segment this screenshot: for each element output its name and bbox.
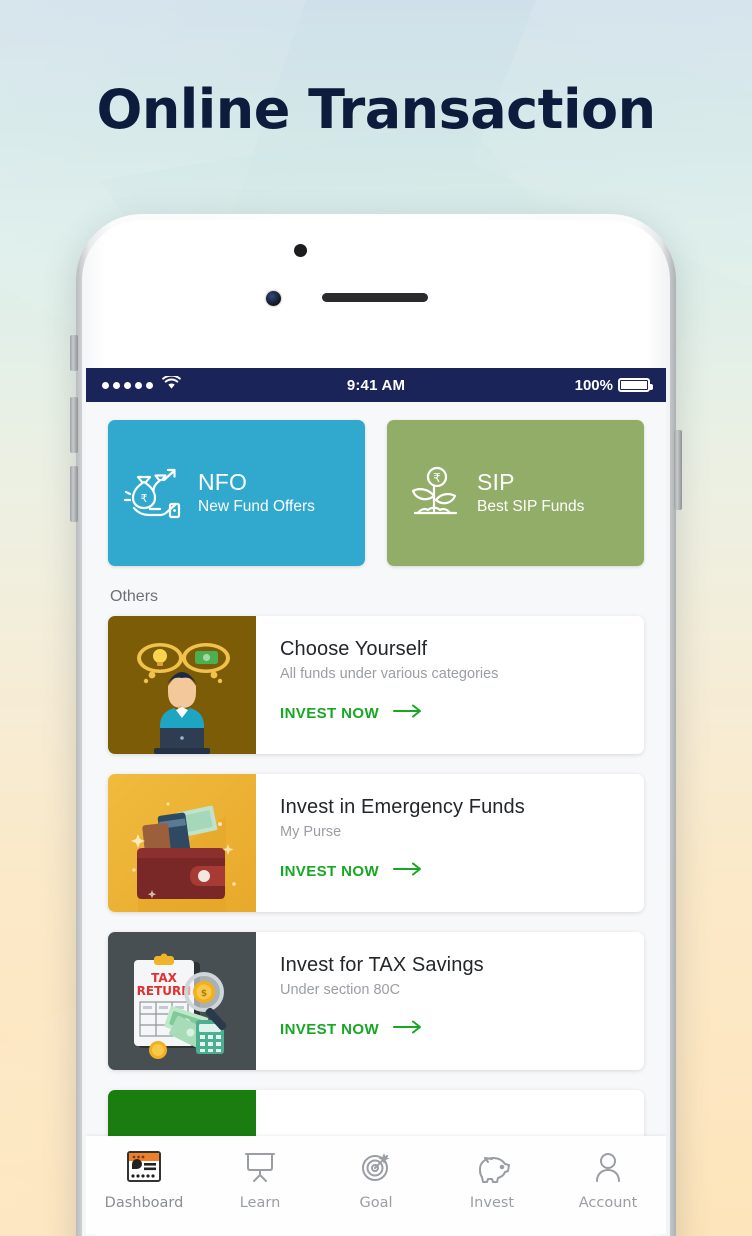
invest-now-label: INVEST NOW (280, 705, 380, 722)
person-icon (593, 1150, 623, 1188)
hero-card-nfo-title: NFO (198, 469, 248, 496)
tab-account[interactable]: Account (550, 1150, 666, 1211)
tab-invest-label: Invest (469, 1195, 515, 1211)
tab-goal-label: Goal (359, 1195, 393, 1211)
battery-full-icon (618, 378, 653, 392)
volume-up-button[interactable] (70, 397, 78, 453)
invest-now-button[interactable]: INVEST NOW (280, 862, 644, 881)
hero-card-sip-title: SIP (477, 469, 515, 496)
hero-card-sip-subtitle: Best SIP Funds (477, 498, 585, 516)
list-item-subtitle: My Purse (280, 824, 342, 840)
page-title: Online Transaction (96, 78, 656, 141)
list-item[interactable]: TAX RETURN $ Invest for TAX Savings Unde… (108, 932, 644, 1070)
arrow-right-icon (393, 1020, 423, 1039)
arrow-right-icon (393, 862, 423, 881)
hero-card-nfo[interactable]: ₹ NFO New Fund Offers (108, 420, 365, 566)
phone-screen: 9:41 AM 100% ₹ NFO New Fund Offers ₹ SIP… (86, 368, 666, 1234)
tab-learn-label: Learn (239, 1195, 281, 1211)
svg-text:₹: ₹ (433, 471, 441, 485)
tax-thumb-line1: TAX (151, 971, 178, 985)
tab-dashboard[interactable]: Dashboard (86, 1150, 202, 1211)
list-item[interactable]: Invest in Emergency Funds My Purse INVES… (108, 774, 644, 912)
section-label-others: Others (110, 588, 159, 605)
invest-now-label: INVEST NOW (280, 863, 380, 880)
invest-now-button[interactable]: INVEST NOW (280, 704, 644, 723)
screen-content: ₹ NFO New Fund Offers ₹ SIP Best SIP Fun… (86, 402, 666, 1234)
tab-goal[interactable]: Goal (318, 1150, 434, 1211)
arrow-right-icon (393, 704, 423, 723)
svg-text:₹: ₹ (141, 492, 148, 505)
list-item-subtitle: Under section 80C (280, 982, 401, 998)
tab-account-label: Account (578, 1195, 638, 1211)
power-button[interactable] (674, 430, 682, 510)
invest-now-label: INVEST NOW (280, 1021, 380, 1038)
money-bag-in-hand-icon: ₹ (122, 460, 188, 526)
tab-dashboard-label: Dashboard (104, 1195, 184, 1211)
proximity-sensor-icon (294, 244, 307, 257)
dashboard-icon (126, 1150, 162, 1188)
list-item-body: Choose Yourself All funds under various … (256, 616, 644, 754)
list-item-subtitle: All funds under various categories (280, 666, 499, 682)
volume-down-button[interactable] (70, 466, 78, 522)
tax-return-clipboard-icon: TAX RETURN $ (108, 932, 256, 1070)
bottom-tab-bar: Dashboard Learn Goal Invest Account (86, 1136, 666, 1234)
battery-percent-label: 100% (574, 376, 613, 394)
hero-card-sip[interactable]: ₹ SIP Best SIP Funds (387, 420, 644, 566)
hero-card-nfo-text: NFO New Fund Offers (198, 470, 315, 516)
tab-invest[interactable]: Invest (434, 1150, 550, 1211)
person-with-laptop-thinking-icon (108, 616, 256, 754)
list-item-title: Invest in Emergency Funds (280, 796, 525, 818)
list-item-title: Invest for TAX Savings (280, 954, 484, 976)
mute-switch-button[interactable] (70, 335, 78, 371)
front-camera-icon (266, 291, 281, 306)
tax-thumb-line2: RETURN (137, 984, 192, 998)
presentation-board-icon (243, 1150, 277, 1188)
status-bar: 9:41 AM 100% (86, 368, 666, 402)
invest-now-button[interactable]: INVEST NOW (280, 1020, 644, 1039)
hero-card-sip-text: SIP Best SIP Funds (477, 470, 584, 516)
list-item-body: Invest in Emergency Funds My Purse INVES… (256, 774, 644, 912)
hero-card-row: ₹ NFO New Fund Offers ₹ SIP Best SIP Fun… (108, 420, 644, 566)
earpiece-speaker-icon (322, 293, 428, 302)
tab-learn[interactable]: Learn (202, 1150, 318, 1211)
list-item-body: Invest for TAX Savings Under section 80C… (256, 932, 644, 1070)
growing-plant-rupee-icon: ₹ (401, 460, 467, 526)
piggy-bank-icon (474, 1150, 510, 1188)
list-item-title: Choose Yourself (280, 638, 428, 660)
svg-text:$: $ (201, 989, 207, 999)
wallet-with-cash-icon (108, 774, 256, 912)
hero-card-nfo-subtitle: New Fund Offers (198, 498, 315, 516)
battery-indicator: 100% (574, 376, 653, 394)
list-item[interactable]: Choose Yourself All funds under various … (108, 616, 644, 754)
target-icon (360, 1150, 393, 1188)
